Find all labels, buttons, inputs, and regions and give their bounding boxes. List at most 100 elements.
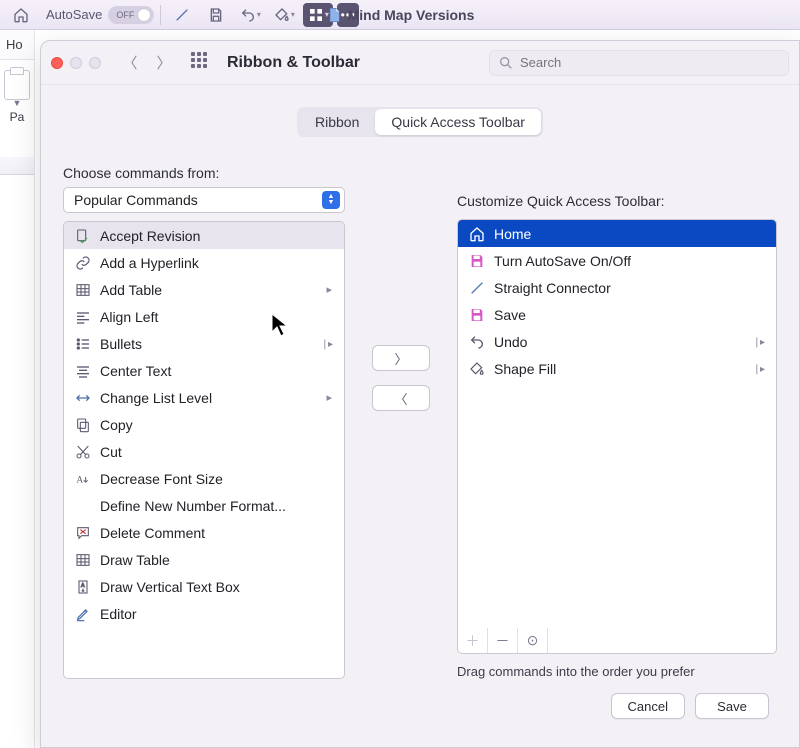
command-label: Copy xyxy=(100,417,133,433)
command-label: Change List Level xyxy=(100,390,212,406)
command-item[interactable]: Shape Fill xyxy=(458,355,776,382)
home-icon xyxy=(468,225,486,243)
command-label: Straight Connector xyxy=(494,280,611,296)
command-item[interactable]: Delete Comment xyxy=(64,519,344,546)
qat-list-tools: ＋ － ⊙ xyxy=(457,628,777,654)
command-label: Save xyxy=(494,307,526,323)
savepink-icon xyxy=(468,306,486,324)
nav-forward-button[interactable]: 〉 xyxy=(151,50,177,76)
command-item[interactable]: Accept Revision xyxy=(64,222,344,249)
add-separator-button[interactable]: ＋ xyxy=(458,628,488,653)
command-item[interactable]: Define New Number Format... xyxy=(64,492,344,519)
undo-icon[interactable]: ▾ xyxy=(235,3,265,27)
autosave-state: OFF xyxy=(116,10,134,20)
fill-icon xyxy=(468,360,486,378)
svg-text:A: A xyxy=(76,475,83,485)
command-label: Define New Number Format... xyxy=(100,498,286,514)
minimize-window-button[interactable] xyxy=(70,57,82,69)
remove-command-button[interactable]: 〈 xyxy=(372,385,430,411)
window-controls xyxy=(51,57,101,69)
center-icon xyxy=(74,362,92,380)
accept-icon xyxy=(74,227,92,245)
command-label: Editor xyxy=(100,606,137,622)
copy-icon xyxy=(74,416,92,434)
nav-back-button[interactable]: 〈 xyxy=(117,50,143,76)
commands-source-dropdown[interactable]: Popular Commands ▲▼ xyxy=(63,187,345,213)
add-command-button[interactable]: 〉 xyxy=(372,345,430,371)
available-commands-list[interactable]: Accept Revision Add a Hyperlink Add Table A… xyxy=(63,221,345,679)
home-icon[interactable] xyxy=(6,3,36,27)
blank-icon xyxy=(74,497,92,515)
autosave-label: AutoSave xyxy=(46,7,102,22)
search-input[interactable] xyxy=(520,55,780,70)
save-icon[interactable] xyxy=(201,3,231,27)
close-window-button[interactable] xyxy=(51,57,63,69)
command-item[interactable]: Bullets xyxy=(64,330,344,357)
zoom-window-button[interactable] xyxy=(89,57,101,69)
app-chrome: AutoSave OFF ▾ ▾ ▾ ••• Mind Map V xyxy=(0,0,800,30)
search-icon xyxy=(498,55,514,71)
doc-title: Mind Map Versions xyxy=(348,7,475,23)
chevron-updown-icon: ▲▼ xyxy=(322,191,340,209)
command-label: Align Left xyxy=(100,309,158,325)
command-label: Add Table xyxy=(100,282,162,298)
pref-search[interactable] xyxy=(489,50,789,76)
submenu-indicator-icon xyxy=(321,338,334,350)
command-label: Delete Comment xyxy=(100,525,205,541)
preferences-window: 〈 〉 Ribbon & Toolbar Ribbon Quick Access… xyxy=(40,40,800,748)
vtext-icon: A xyxy=(74,578,92,596)
pref-tabs: Ribbon Quick Access Toolbar xyxy=(297,107,543,137)
tab-ribbon[interactable]: Ribbon xyxy=(299,109,375,135)
background-window: Ho ▼ Pa xyxy=(0,30,35,748)
command-item[interactable]: Home xyxy=(458,220,776,247)
bullets-icon xyxy=(74,335,92,353)
cancel-button[interactable]: Cancel xyxy=(611,693,685,719)
delcom-icon xyxy=(74,524,92,542)
tab-quick-access-toolbar[interactable]: Quick Access Toolbar xyxy=(375,109,541,135)
grid-view-icon[interactable]: ▾ xyxy=(303,3,333,27)
alignl-icon xyxy=(74,308,92,326)
command-label: Accept Revision xyxy=(100,228,200,244)
listlvl-icon xyxy=(74,389,92,407)
command-item[interactable]: A Draw Vertical Text Box xyxy=(64,573,344,600)
command-item[interactable]: A Decrease Font Size xyxy=(64,465,344,492)
dropdown-value: Popular Commands xyxy=(74,192,198,208)
autosave-toggle[interactable]: OFF xyxy=(108,6,154,24)
command-item[interactable]: Save xyxy=(458,301,776,328)
cut-icon xyxy=(74,443,92,461)
list-options-button[interactable]: ⊙ xyxy=(518,628,548,653)
line-tool-icon[interactable] xyxy=(167,3,197,27)
command-item[interactable]: Draw Table xyxy=(64,546,344,573)
command-label: Cut xyxy=(100,444,122,460)
command-item[interactable]: Undo xyxy=(458,328,776,355)
command-item[interactable]: Cut xyxy=(64,438,344,465)
command-item[interactable]: Editor xyxy=(64,600,344,627)
svg-text:A: A xyxy=(81,583,85,589)
paste-label-fragment: Pa xyxy=(10,110,25,124)
save-button[interactable]: Save xyxy=(695,693,769,719)
fill-icon[interactable]: ▾ xyxy=(269,3,299,27)
qat-commands-list[interactable]: Home Turn AutoSave On/Off Straight Connect… xyxy=(457,219,777,633)
ribbon-tab-fragment: Ho xyxy=(0,30,34,60)
command-item[interactable]: Straight Connector xyxy=(458,274,776,301)
show-all-icon[interactable] xyxy=(191,52,213,74)
command-item[interactable]: Change List Level xyxy=(64,384,344,411)
command-label: Turn AutoSave On/Off xyxy=(494,253,631,269)
more-icon[interactable]: ••• xyxy=(337,3,359,27)
drawtbl-icon xyxy=(74,551,92,569)
command-label: Undo xyxy=(494,334,527,350)
command-item[interactable]: Center Text xyxy=(64,357,344,384)
choose-commands-label: Choose commands from: xyxy=(63,165,345,181)
remove-item-button[interactable]: － xyxy=(488,628,518,653)
command-item[interactable]: Turn AutoSave On/Off xyxy=(458,247,776,274)
table-icon xyxy=(74,281,92,299)
undo-icon xyxy=(468,333,486,351)
command-label: Center Text xyxy=(100,363,171,379)
command-item[interactable]: Add Table xyxy=(64,276,344,303)
command-label: Decrease Font Size xyxy=(100,471,223,487)
submenu-indicator-icon xyxy=(326,391,334,404)
command-item[interactable]: Copy xyxy=(64,411,344,438)
command-item[interactable]: Add a Hyperlink xyxy=(64,249,344,276)
command-item[interactable]: Align Left xyxy=(64,303,344,330)
command-label: Draw Vertical Text Box xyxy=(100,579,240,595)
